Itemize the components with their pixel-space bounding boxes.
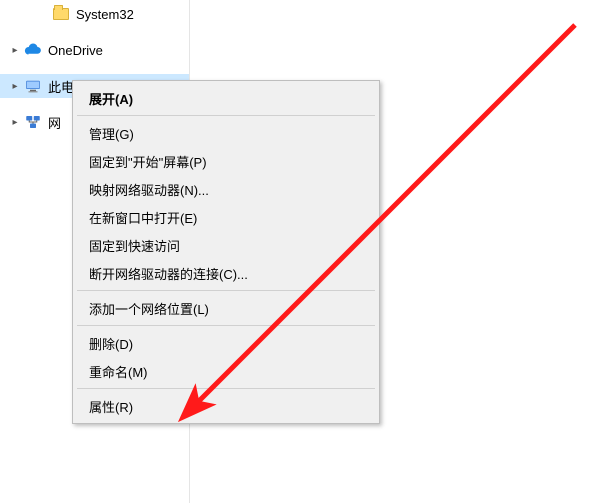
chevron-right-icon[interactable]: ▸ — [8, 43, 22, 57]
menu-item-properties[interactable]: 属性(R) — [75, 392, 377, 420]
menu-item-disconnect-network-drive[interactable]: 断开网络驱动器的连接(C)... — [75, 259, 377, 287]
menu-item-label: 添加一个网络位置(L) — [89, 299, 209, 318]
menu-item-open-new-window[interactable]: 在新窗口中打开(E) — [75, 203, 377, 231]
menu-separator — [77, 388, 375, 389]
folder-icon — [52, 5, 70, 23]
menu-item-pin-quick-access[interactable]: 固定到快速访问 — [75, 231, 377, 259]
menu-item-label: 在新窗口中打开(E) — [89, 208, 197, 227]
menu-item-delete[interactable]: 删除(D) — [75, 329, 377, 357]
menu-item-expand[interactable]: 展开(A) — [75, 84, 377, 112]
tree-item-label: OneDrive — [48, 43, 103, 58]
menu-item-label: 固定到快速访问 — [89, 236, 180, 255]
context-menu: 展开(A) 管理(G) 固定到"开始"屏幕(P) 映射网络驱动器(N)... 在… — [72, 80, 380, 424]
menu-item-rename[interactable]: 重命名(M) — [75, 357, 377, 385]
menu-item-label: 断开网络驱动器的连接(C)... — [89, 264, 248, 283]
chevron-right-icon[interactable]: ▸ — [8, 115, 22, 129]
tree-item-system32[interactable]: System32 — [0, 2, 189, 26]
menu-separator — [77, 325, 375, 326]
menu-separator — [77, 115, 375, 116]
cloud-icon — [24, 41, 42, 59]
tree-item-label: 网 — [48, 113, 61, 132]
chevron-right-icon[interactable]: ▸ — [8, 79, 22, 93]
menu-item-label: 展开(A) — [89, 89, 133, 108]
menu-item-pin-to-start[interactable]: 固定到"开始"屏幕(P) — [75, 147, 377, 175]
menu-item-label: 属性(R) — [89, 397, 133, 416]
menu-item-label: 删除(D) — [89, 334, 133, 353]
menu-item-add-network-location[interactable]: 添加一个网络位置(L) — [75, 294, 377, 322]
menu-item-label: 固定到"开始"屏幕(P) — [89, 152, 207, 171]
expander-placeholder — [36, 7, 50, 21]
tree-item-onedrive[interactable]: ▸ OneDrive — [0, 38, 189, 62]
menu-item-manage[interactable]: 管理(G) — [75, 119, 377, 147]
menu-item-label: 映射网络驱动器(N)... — [89, 180, 209, 199]
menu-separator — [77, 290, 375, 291]
network-icon — [24, 113, 42, 131]
tree-item-label: System32 — [76, 7, 134, 22]
menu-item-label: 管理(G) — [89, 124, 134, 143]
computer-icon — [24, 77, 42, 95]
menu-item-map-network-drive[interactable]: 映射网络驱动器(N)... — [75, 175, 377, 203]
menu-item-label: 重命名(M) — [89, 362, 148, 381]
